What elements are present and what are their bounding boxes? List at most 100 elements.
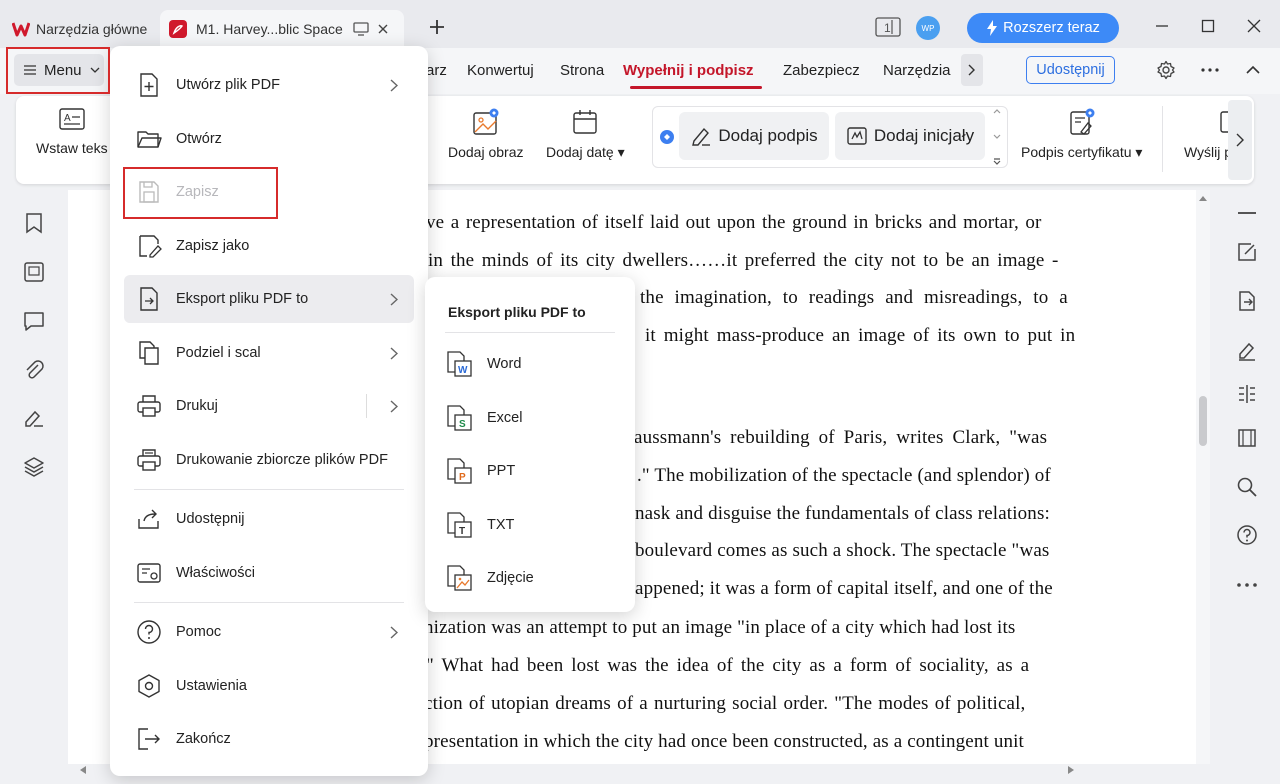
svg-text:S: S [459,419,466,430]
menu-item-label: Pomoc [176,624,222,640]
gallery-scroll-control[interactable] [989,109,1005,165]
tab-convert[interactable]: Konwertuj [467,62,534,79]
page-count-icon[interactable]: 1 [875,17,901,37]
document-line: appened; it was a form of capital itself… [635,578,1053,599]
exit-icon [136,726,162,752]
tab-tools[interactable]: Narzędzia [883,62,951,79]
tab-home[interactable]: Narzędzia główne [4,10,156,48]
menu-item-settings[interactable]: Ustawienia [124,662,414,710]
export-word[interactable]: W Word [445,350,521,378]
export-txt[interactable]: T TXT [445,511,514,539]
menu-item-label: Zakończ [176,731,231,747]
tabs-scroll-right-button[interactable] [961,54,983,86]
menu-item-exit[interactable]: Zakończ [124,715,414,763]
save-as-icon [136,233,162,259]
svg-text:A: A [64,113,71,124]
screen-icon[interactable] [353,22,369,36]
attachment-icon[interactable] [23,359,45,381]
layers-icon[interactable] [23,456,45,478]
svg-text:W: W [458,365,468,376]
new-tab-button[interactable] [428,18,446,36]
tab-fill-sign[interactable]: Wypełnij i podpisz [623,62,754,79]
image-export-icon [445,564,473,592]
maximize-button[interactable] [1196,14,1220,38]
menu-item-export-pdf[interactable]: Eksport pliku PDF to [124,275,414,323]
edit-icon[interactable] [1236,241,1258,263]
submenu-item-label: TXT [487,517,515,533]
submenu-item-label: PPT [487,463,516,479]
document-line: nask and disguise the fundamentals of cl… [635,503,1050,524]
insert-text-button[interactable]: A Wstaw teks [36,108,108,156]
signature-panel-icon[interactable] [23,407,45,429]
export-ppt[interactable]: P PPT [445,457,515,485]
submenu-item-label: Excel [487,410,523,426]
menu-item-help[interactable]: Pomoc [124,608,414,656]
menu-item-print[interactable]: Drukuj [124,382,414,430]
add-signature-button[interactable]: Dodaj podpis [679,112,829,160]
tab-page[interactable]: Strona [560,62,604,79]
highlight-box-save [123,167,278,219]
share-button[interactable]: Udostępnij [1026,56,1115,84]
chevron-right-icon [390,399,398,413]
main-menu-panel: Utwórz plik PDF Otwórz Zapisz Zapisz jak… [110,46,428,776]
tab-home-label: Narzędzia główne [36,21,148,37]
tab-protect[interactable]: Zabezpiecz [783,62,860,79]
submenu-separator [445,332,615,333]
ribbon-scroll-right-button[interactable] [1228,100,1252,180]
gear-icon[interactable] [1156,60,1176,80]
collapse-ribbon-icon[interactable] [1246,65,1260,74]
tab-document-label: M1. Harvey...blic Space [196,21,343,37]
tab-partial[interactable]: arz [426,62,447,79]
menu-item-properties[interactable]: Właściwości [124,549,414,597]
menu-item-batch-print[interactable]: Drukowanie zbiorcze plików PDF [124,436,414,484]
book-icon[interactable] [1236,427,1258,449]
vertical-scrollbar[interactable] [1196,190,1210,764]
certificate-icon [1068,108,1096,136]
close-tab-icon[interactable] [377,23,389,35]
add-initials-button[interactable]: Dodaj inicjały [835,112,985,160]
add-date-label-wrap: Dodaj datę ▾ [546,144,625,160]
menu-item-share[interactable]: Udostępnij [124,495,414,543]
minimize-button[interactable] [1150,14,1174,38]
export-excel[interactable]: S Excel [445,404,522,432]
highlight-box-menu [6,47,110,94]
upgrade-button[interactable]: Rozszerz teraz [967,13,1119,43]
send-label: Wyślij p [1183,144,1233,160]
ribbon-divider [1162,106,1163,172]
menu-item-label: Zapisz jako [176,238,250,254]
share-label: Udostępnij [1036,62,1105,78]
more-icon[interactable] [1236,574,1258,596]
thumbnails-icon[interactable] [23,261,45,283]
menu-item-split-merge[interactable]: Podziel i scal [124,329,414,377]
calendar-icon [571,108,599,136]
menu-item-open[interactable]: Otwórz [124,115,414,163]
menu-item-save-as[interactable]: Zapisz jako [124,222,414,270]
compare-icon[interactable] [1236,383,1258,405]
more-options-icon[interactable] [1201,68,1219,72]
sign-icon[interactable] [1236,339,1258,361]
document-line: ction of utopian dreams of a nurturing s… [424,693,1026,714]
menu-item-label: Utwórz plik PDF [176,77,280,93]
certificate-signature-button[interactable]: Podpis certyfikatu ▾ [1021,108,1142,161]
comment-icon[interactable] [23,310,45,332]
print-divider [366,394,367,418]
svg-text:T: T [459,526,465,537]
scrollbar-thumb[interactable] [1199,396,1207,446]
add-image-button[interactable]: Dodaj obraz [448,108,524,160]
add-date-button[interactable]: Dodaj datę ▾ [546,108,625,161]
tab-document[interactable]: M1. Harvey...blic Space [160,10,404,48]
export-image[interactable]: Zdjęcie [445,564,534,592]
close-window-button[interactable] [1242,14,1266,38]
menu-item-label: Ustawienia [176,678,247,694]
right-sidebar-collapse-icon[interactable] [1238,212,1256,214]
menu-separator [134,602,404,603]
search-icon[interactable] [1236,476,1258,498]
chevron-right-icon [390,625,398,639]
bookmark-icon[interactable] [23,212,45,234]
document-line: in the minds of its city dwellers……it pr… [428,250,1059,271]
avatar[interactable]: WP [916,16,940,40]
convert-doc-icon[interactable] [1236,290,1258,312]
help-icon[interactable] [1236,524,1258,546]
menu-item-create-pdf[interactable]: Utwórz plik PDF [124,61,414,109]
menu-separator [134,489,404,490]
